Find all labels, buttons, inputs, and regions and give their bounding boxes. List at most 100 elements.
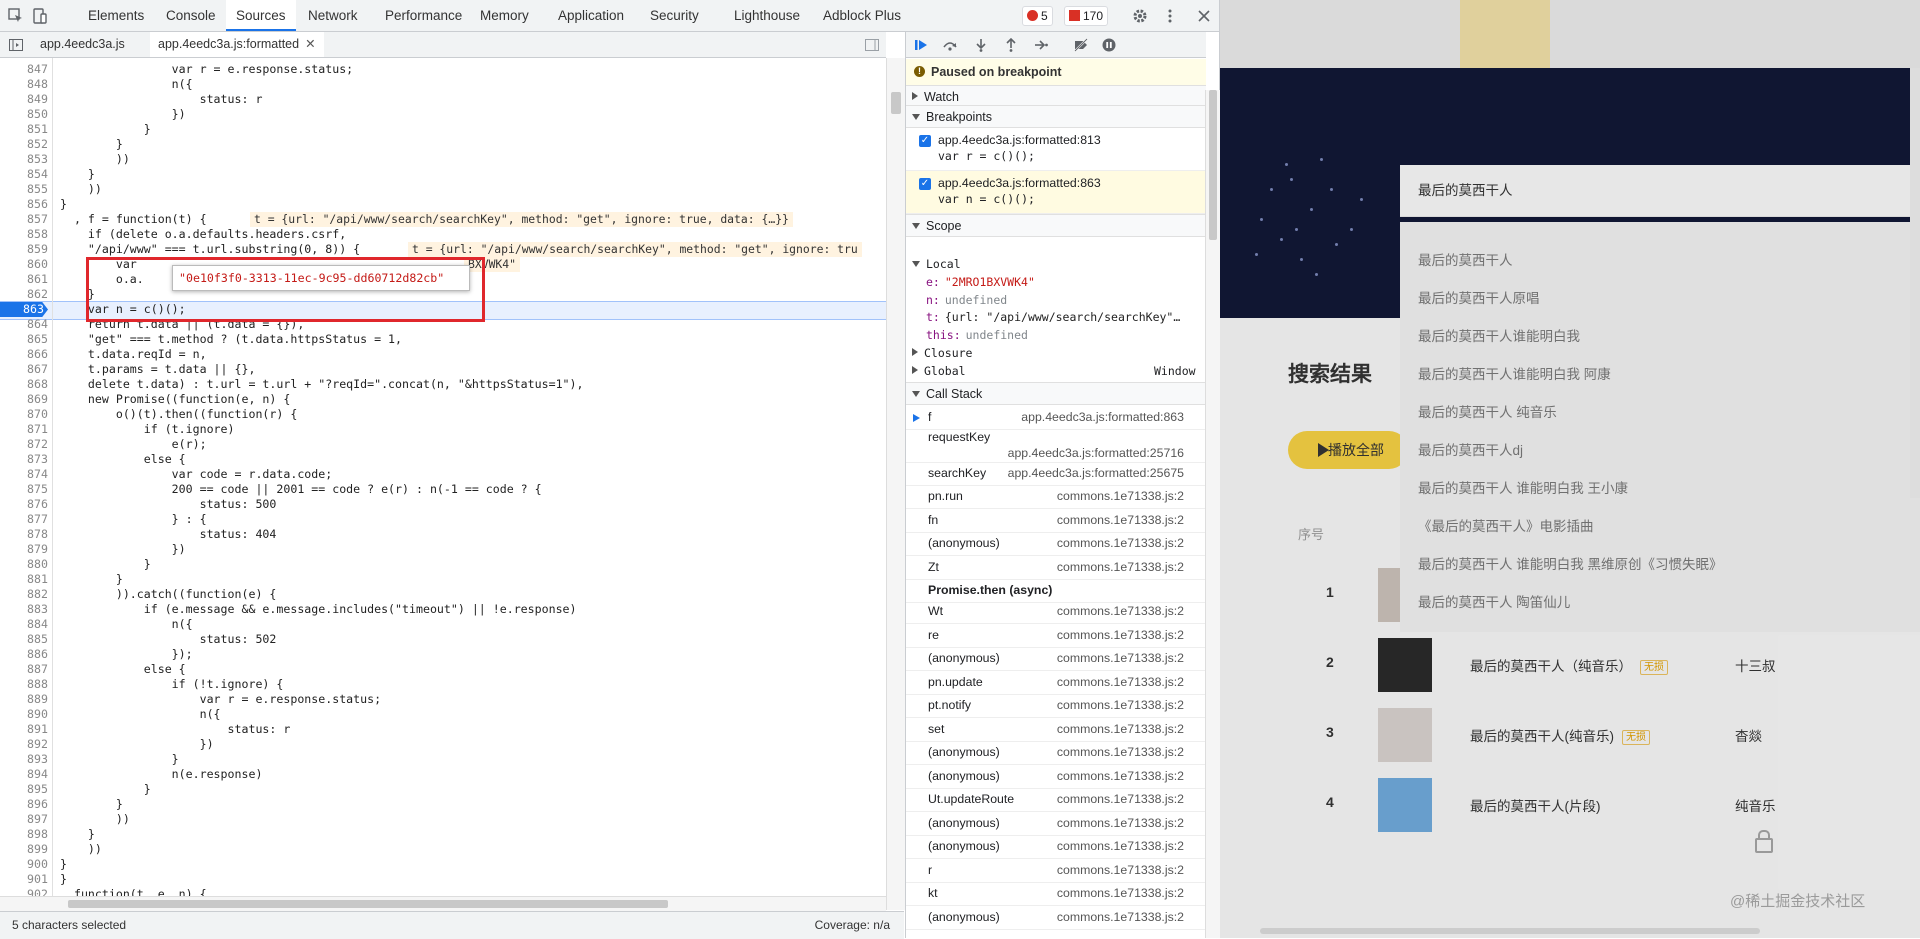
scope-variable[interactable]: e: "2MRO1BXVWK4"	[926, 274, 1206, 291]
code-line[interactable]: }	[60, 197, 67, 212]
frame-location[interactable]: commons.1e71338.js:2	[1057, 485, 1184, 508]
code-line[interactable]: if (delete o.a.defaults.headers.csrf,	[60, 227, 346, 242]
frame-location[interactable]: commons.1e71338.js:2	[1057, 624, 1184, 647]
line-number[interactable]: 870	[0, 407, 48, 422]
line-number[interactable]: 898	[0, 827, 48, 842]
breakpoint-item[interactable]: ✓ app.4eedc3a.js:formatted:813 var r = c…	[906, 128, 1206, 171]
code-line[interactable]: ))	[60, 152, 130, 167]
code-line[interactable]: }	[60, 167, 95, 182]
line-number[interactable]: 866	[0, 347, 48, 362]
frame-location[interactable]: commons.1e71338.js:2	[1057, 882, 1184, 905]
callstack-frame[interactable]: r commons.1e71338.js:2	[906, 859, 1206, 883]
line-number[interactable]: 879	[0, 542, 48, 557]
line-number[interactable]: 873	[0, 452, 48, 467]
frame-location[interactable]: app.4eedc3a.js:formatted:25675	[1008, 462, 1184, 485]
pause-on-exceptions-icon[interactable]	[1100, 36, 1118, 54]
scope-closure[interactable]: Closure	[912, 345, 1206, 362]
line-number[interactable]: 852	[0, 137, 48, 152]
frame-location[interactable]: app.4eedc3a.js:formatted:863	[1021, 406, 1184, 429]
frame-location[interactable]: commons.1e71338.js:2	[1057, 647, 1184, 670]
frame-location[interactable]: commons.1e71338.js:2	[1057, 556, 1184, 579]
line-number[interactable]: 868	[0, 377, 48, 392]
frame-location[interactable]: commons.1e71338.js:2	[1057, 741, 1184, 764]
line-number[interactable]: 860	[0, 257, 48, 272]
devtools-tab-console[interactable]: Console	[156, 0, 226, 31]
frame-location[interactable]: commons.1e71338.js:2	[1057, 671, 1184, 694]
line-number[interactable]: 850	[0, 107, 48, 122]
callstack-frame[interactable]: pt.notify commons.1e71338.js:2	[906, 694, 1206, 718]
file-tab-app-js[interactable]: app.4eedc3a.js	[32, 32, 133, 57]
frame-location[interactable]: commons.1e71338.js:2	[1057, 812, 1184, 835]
code-line[interactable]: "/api/www" === t.url.substring(0, 8)) {	[60, 242, 360, 257]
step-into-icon[interactable]	[972, 36, 990, 54]
settings-gear-icon[interactable]	[1130, 6, 1150, 26]
breakpoint-marker[interactable]: 863	[0, 302, 48, 317]
code-line[interactable]: status: r	[60, 92, 263, 107]
code-line[interactable]: }	[60, 797, 123, 812]
callstack-frame[interactable]: Wt commons.1e71338.js:2	[906, 600, 1206, 624]
line-number[interactable]: 882	[0, 587, 48, 602]
callstack-frame[interactable]: (anonymous) commons.1e71338.js:2	[906, 765, 1206, 789]
code-line[interactable]: delete t.data) : t.url = t.url + "?reqId…	[60, 377, 584, 392]
devtools-tab-sources[interactable]: Sources	[226, 0, 296, 31]
frame-location[interactable]: commons.1e71338.js:2	[1057, 509, 1184, 532]
code-line[interactable]: ))	[60, 182, 102, 197]
code-line[interactable]: })	[60, 542, 186, 557]
line-number[interactable]: 892	[0, 737, 48, 752]
code-line[interactable]: }	[60, 782, 151, 797]
scrollbar-thumb[interactable]	[891, 92, 901, 114]
scrollbar-thumb[interactable]	[68, 900, 668, 908]
line-number[interactable]: 874	[0, 467, 48, 482]
devtools-tab-performance[interactable]: Performance	[375, 0, 472, 31]
deactivate-breakpoints-icon[interactable]	[1072, 36, 1090, 54]
devtools-tab-application[interactable]: Application	[548, 0, 634, 31]
line-number[interactable]: 894	[0, 767, 48, 782]
code-line[interactable]: }	[60, 557, 151, 572]
frame-location[interactable]: commons.1e71338.js:2	[1057, 600, 1184, 623]
line-number[interactable]: 885	[0, 632, 48, 647]
line-number[interactable]: 900	[0, 857, 48, 872]
code-line[interactable]: var r = e.response.status;	[60, 692, 382, 707]
line-number[interactable]: 851	[0, 122, 48, 137]
devtools-tab-network[interactable]: Network	[298, 0, 368, 31]
callstack-frame[interactable]: re commons.1e71338.js:2	[906, 624, 1206, 648]
code-line[interactable]: else {	[60, 452, 186, 467]
debugger-scrollbar[interactable]	[1205, 90, 1220, 938]
line-number[interactable]: 872	[0, 437, 48, 452]
code-line[interactable]: status: 502	[60, 632, 277, 647]
breakpoint-item-active[interactable]: ✓ app.4eedc3a.js:formatted:863 var n = c…	[906, 171, 1206, 214]
code-line[interactable]: n(e.response)	[60, 767, 263, 782]
code-line[interactable]: var code = r.data.code;	[60, 467, 333, 482]
line-number[interactable]: 890	[0, 707, 48, 722]
line-number[interactable]: 854	[0, 167, 48, 182]
code-line[interactable]: }	[60, 857, 67, 872]
line-number[interactable]: 891	[0, 722, 48, 737]
line-number[interactable]: 871	[0, 422, 48, 437]
code-line[interactable]: status: 404	[60, 527, 277, 542]
code-line[interactable]: n({	[60, 617, 193, 632]
line-number[interactable]: 861	[0, 272, 48, 287]
line-number-gutter[interactable]: 847 848 849 850 851 852 853 854 855 856 857 858 859 8…	[0, 58, 53, 898]
line-number[interactable]: 849	[0, 92, 48, 107]
line-number[interactable]: 847	[0, 62, 48, 77]
callstack-frame[interactable]: pn.update commons.1e71338.js:2	[906, 671, 1206, 695]
callstack-frame[interactable]: (anonymous) commons.1e71338.js:2	[906, 647, 1206, 671]
line-number[interactable]: 876	[0, 497, 48, 512]
editor-vertical-scrollbar[interactable]	[886, 58, 905, 910]
code-line[interactable]: })	[60, 107, 186, 122]
line-number[interactable]: 899	[0, 842, 48, 857]
line-number[interactable]: 865	[0, 332, 48, 347]
callstack-frame[interactable]: Zt commons.1e71338.js:2	[906, 556, 1206, 580]
frame-location[interactable]: commons.1e71338.js:2	[1057, 906, 1184, 929]
line-number[interactable]: 859	[0, 242, 48, 257]
line-number[interactable]: 877	[0, 512, 48, 527]
line-number[interactable]: 853	[0, 152, 48, 167]
code-line[interactable]: "get" === t.method ? (t.data.httpsStatus…	[60, 332, 402, 347]
code-line[interactable]: status: r	[60, 722, 291, 737]
line-number[interactable]: 883	[0, 602, 48, 617]
line-number[interactable]: 856	[0, 197, 48, 212]
devtools-tab-lighthouse[interactable]: Lighthouse	[724, 0, 810, 31]
code-line[interactable]: new Promise((function(e, n) {	[60, 392, 290, 407]
more-options-icon[interactable]	[1160, 6, 1180, 26]
devtools-tab-memory[interactable]: Memory	[470, 0, 539, 31]
